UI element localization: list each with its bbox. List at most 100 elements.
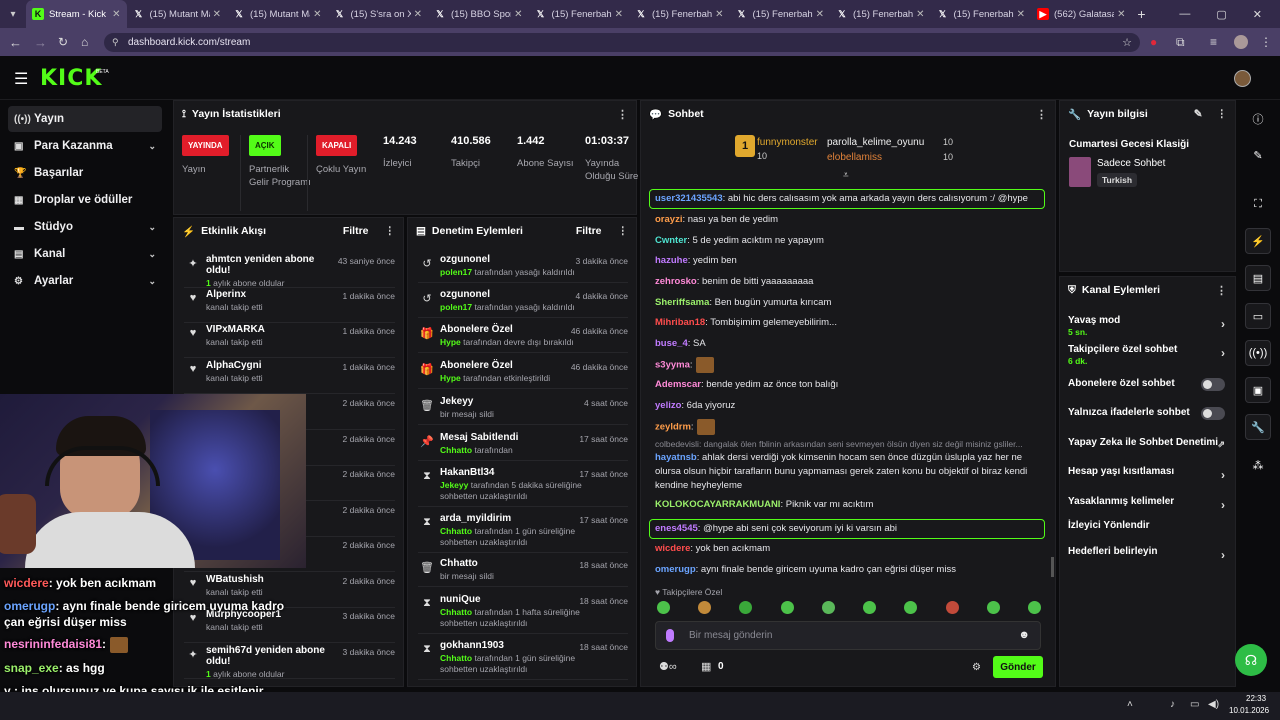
site-info-icon[interactable]: ⚲ (112, 37, 119, 48)
browser-tab[interactable]: 𝕏 (15) Mutant Ma ✕ (127, 0, 228, 28)
chat-message[interactable]: orayzi: nası ya ben de yedim (655, 213, 1039, 227)
help-chat-button[interactable]: ☊ (1235, 644, 1267, 676)
hamburger-menu-icon[interactable]: ☰ (14, 69, 28, 89)
browser-tab[interactable]: 𝕏 (15) BBO Sport ✕ (428, 0, 529, 28)
moderation-item[interactable]: 🗑 Chhatto bir mesajı sildi 18 saat önce (418, 558, 628, 587)
moderator-name[interactable]: Chhatto (440, 653, 472, 663)
gifter-3-name[interactable]: elobellamiss (827, 152, 882, 163)
chevron-right-icon[interactable]: › (1221, 468, 1225, 482)
extensions-icon[interactable]: ⧉ (1176, 35, 1185, 50)
browser-tab[interactable]: K Stream - Kick D ✕ (26, 0, 127, 28)
browser-tab[interactable]: 𝕏 (15) Fenerbahç ✕ (730, 0, 831, 28)
sidebar-item[interactable]: ▬ Stüdyo ⌄ (8, 214, 162, 240)
browser-tab[interactable]: 𝕏 (15) Fenerbahç ✕ (830, 0, 931, 28)
activity-filter-button[interactable]: Filtre (343, 225, 369, 237)
pencil-icon[interactable]: ✎ (1245, 142, 1271, 168)
chat-username[interactable]: s3yyma (655, 360, 690, 371)
sidebar-item[interactable]: 🏆 Başarılar (8, 160, 162, 186)
chat-settings-icon[interactable]: ⚙ (972, 662, 981, 673)
chat-username[interactable]: zeyldrm (655, 422, 691, 433)
chat-message[interactable]: user321435543: abi hic ders calısasım yo… (649, 189, 1045, 209)
top-gifter-name[interactable]: funnymonster (757, 137, 818, 148)
emote-icon[interactable] (739, 601, 753, 614)
close-tab-icon[interactable]: ✕ (1117, 9, 1125, 20)
activity-item[interactable]: ♥ VIPxMARKA kanalı takip etti 1 dakika önce (184, 324, 395, 358)
channel-action[interactable]: Hesap yaşı kısıtlaması › (1068, 466, 1225, 482)
browser-tab[interactable]: ▶ (562) Galatasa ✕ (1031, 0, 1132, 28)
close-tab-icon[interactable]: ✕ (414, 9, 422, 20)
close-tab-icon[interactable]: ✕ (213, 9, 221, 20)
profile-avatar[interactable] (1234, 35, 1248, 49)
chat-message[interactable]: Mihriban18: Tombişimim gelemeyebilirim..… (655, 316, 1039, 330)
chat-message[interactable]: colbedevisli: dangalak ölen fblinin arka… (655, 437, 1039, 493)
activity-menu-icon[interactable]: ⋮ (385, 225, 396, 237)
chat-username[interactable]: Sheriffsama (655, 297, 709, 308)
chat-message[interactable]: yelizo: 6da yiyoruz (655, 399, 1039, 413)
channel-action[interactable]: Abonelere özel sohbet (1068, 378, 1225, 391)
chat-message[interactable]: Ademscar: bende yedim az önce ton balığı (655, 378, 1039, 392)
close-tab-icon[interactable]: ✕ (916, 9, 924, 20)
category-name[interactable]: Sadece Sohbet (1097, 158, 1165, 169)
moderator-name[interactable]: Hype (440, 373, 461, 383)
chat-username[interactable]: hazuhe (655, 255, 688, 266)
moderation-item[interactable]: 🗑 Jekeyy bir mesajı sildi 4 saat önce (418, 396, 628, 425)
browser-tab[interactable]: 𝕏 (15) Fenerbahç ✕ (931, 0, 1032, 28)
chat-username[interactable]: wicdere (655, 543, 690, 554)
moderation-filter-button[interactable]: Filtre (576, 225, 602, 237)
chat-message[interactable]: omerugp: aynı finale bende giricem uyuma… (655, 563, 1039, 577)
emote-icon[interactable] (780, 601, 794, 614)
stream-info-menu-icon[interactable]: ⋮ (1217, 108, 1228, 120)
moderation-item[interactable]: ⧗ gokhann1903 Chhatto tarafından 1 gün sür… (418, 640, 628, 680)
browser-tab[interactable]: 𝕏 (15) Mutant Ma ✕ (227, 0, 328, 28)
chevron-down-icon[interactable]: ⌄ (148, 222, 156, 233)
external-link-icon[interactable]: ⇗ (1217, 439, 1225, 450)
emote-icon[interactable] (698, 601, 712, 614)
close-tab-icon[interactable]: ✕ (615, 9, 623, 20)
stats-menu-icon[interactable]: ⋮ (617, 108, 628, 121)
extension-icon[interactable]: ● (1150, 35, 1157, 49)
moderation-item[interactable]: ⧗ nuniQue Chhatto tarafından 1 hafta sürel… (418, 594, 628, 634)
chevron-right-icon[interactable]: › (1221, 346, 1225, 360)
moderation-item[interactable]: 📌 Mesaj Sabitlendi Chhatto tarafından 17 sa… (418, 432, 628, 461)
volume-icon[interactable]: ◀) (1208, 699, 1219, 710)
emote-icon[interactable] (863, 601, 877, 614)
moderation-item[interactable]: 🎁 Abonelere Özel Hype tarafından etkinleşt… (418, 360, 628, 389)
microphone-icon[interactable] (666, 629, 674, 642)
tray-chevron-icon[interactable]: ˄ (1127, 699, 1133, 710)
send-button[interactable]: Gönder (993, 656, 1043, 678)
moderator-name[interactable]: polen17 (440, 267, 472, 277)
info-icon[interactable]: ⓘ (1245, 106, 1271, 132)
close-tab-icon[interactable]: ✕ (313, 9, 321, 20)
forward-icon[interactable]: → (34, 35, 47, 50)
back-icon[interactable]: ← (9, 35, 22, 50)
chat-username[interactable]: KOLOKOCAYARRAKMUANI (655, 499, 780, 510)
moderator-name[interactable]: Jekeyy (440, 480, 468, 490)
sidebar-item[interactable]: ⚙ Ayarlar ⌄ (8, 268, 162, 294)
emote-icon[interactable] (1027, 601, 1041, 614)
chevron-right-icon[interactable]: › (1221, 498, 1225, 512)
chat-users-icon[interactable]: ⚉∞ (659, 660, 677, 673)
apps-rail-icon[interactable]: ⁂ (1245, 452, 1271, 478)
browser-tab[interactable]: 𝕏 (15) Fenerbahç ✕ (529, 0, 630, 28)
edit-icon[interactable]: ✎ (1194, 108, 1203, 120)
emote-icon[interactable] (945, 601, 959, 614)
chat-input[interactable]: Bir mesaj gönderin ☻ (655, 621, 1041, 650)
toggle-switch[interactable] (1201, 378, 1225, 391)
document-rail-icon[interactable]: ▤ (1245, 265, 1271, 291)
emote-icon[interactable] (986, 601, 1000, 614)
chat-message[interactable]: zehrosko: benim de bitti yaaaaaaaaa (655, 275, 1039, 289)
channel-action[interactable]: İzleyici Yönlendir (1068, 520, 1225, 531)
user-avatar[interactable] (1234, 70, 1251, 87)
browser-menu-icon[interactable]: ⋮ (1260, 35, 1272, 49)
emote-icon[interactable] (657, 601, 670, 614)
kick-logo[interactable]: KICK (40, 66, 102, 91)
minimize-icon[interactable]: — (1179, 8, 1190, 21)
chevron-right-icon[interactable]: › (1221, 317, 1225, 331)
close-tab-icon[interactable]: ✕ (112, 9, 120, 20)
chat-username[interactable]: user321435543 (655, 193, 723, 204)
bookmark-star-icon[interactable]: ☆ (1122, 36, 1132, 49)
emoji-picker-icon[interactable]: ☻ (1018, 629, 1030, 641)
emote-icon[interactable] (904, 601, 918, 614)
sidebar-item[interactable]: ((•)) Yayın (8, 106, 162, 132)
sidebar-item[interactable]: ▣ Para Kazanma ⌄ (8, 133, 162, 159)
